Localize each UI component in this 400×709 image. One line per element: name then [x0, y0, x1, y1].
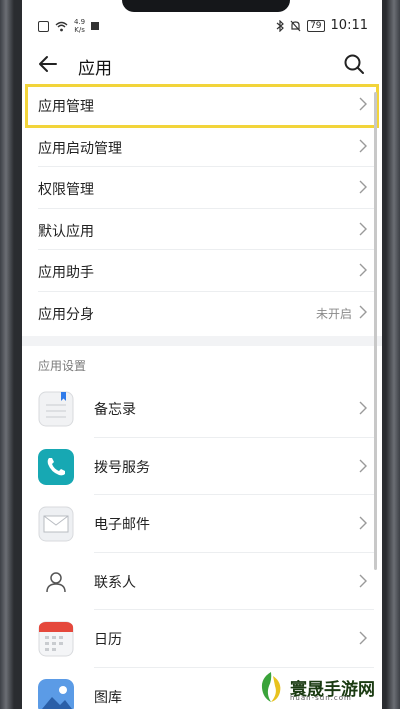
menu-item-app-assistant[interactable]: 应用助手 [38, 250, 374, 292]
battery-indicator: 79 [307, 19, 325, 32]
camera-notch [122, 0, 290, 12]
app-item-label: 电子邮件 [94, 517, 150, 533]
chevron-right-icon [359, 401, 367, 415]
menu-item-permissions[interactable]: 权限管理 [38, 167, 374, 209]
app-item-calendar[interactable]: 日历 [22, 610, 382, 668]
phone-icon [38, 448, 74, 485]
app-item-label: 日历 [94, 632, 122, 648]
network-speed: 4.9 K/s [74, 18, 85, 34]
menu-item-label: 应用管理 [38, 99, 94, 115]
app-bar: 应用 [22, 44, 382, 88]
menu-item-label: 应用启动管理 [38, 140, 122, 157]
app-item-label: 图库 [94, 689, 122, 706]
calendar-icon [38, 621, 74, 657]
scrollbar[interactable] [374, 92, 377, 570]
chevron-right-icon [359, 180, 367, 194]
menu-item-label: 权限管理 [38, 182, 94, 198]
chevron-right-icon [359, 574, 367, 587]
mute-icon [290, 20, 301, 31]
menu-item-label: 应用分身 [38, 306, 94, 323]
app-item-label: 联系人 [94, 574, 136, 591]
app-item-notes[interactable]: 备忘录 [22, 380, 382, 438]
phone-frame: 4.9 K/s 79 10:11 应用 应用管理 应用启动管理 权限管理 默认应… [0, 0, 400, 709]
wifi-icon [55, 21, 68, 31]
app-twin-status: 未开启 [315, 306, 352, 321]
menu-item-label: 应用助手 [38, 265, 94, 281]
bluetooth-icon [276, 19, 284, 32]
menu-item-default-apps[interactable]: 默认应用 [38, 209, 374, 250]
page-title: 应用 [78, 59, 112, 79]
chevron-right-icon [359, 631, 367, 645]
menu-item-app-twin[interactable]: 应用分身 未开启 [38, 292, 374, 334]
search-icon[interactable] [342, 52, 366, 76]
app-menu-list: 应用管理 应用启动管理 权限管理 默认应用 应用助手 应用分身 未开启 [22, 84, 382, 333]
back-arrow-icon[interactable] [36, 52, 60, 76]
app-item-label: 拨号服务 [94, 459, 150, 476]
menu-item-label: 默认应用 [38, 223, 94, 240]
chevron-right-icon [359, 139, 367, 152]
watermark-url: huan-sun.com [290, 694, 352, 702]
notification-icon [91, 22, 100, 30]
net-speed-value: 4.9 [74, 18, 86, 26]
screen: 4.9 K/s 79 10:11 应用 应用管理 应用启动管理 权限管理 默认应… [22, 0, 382, 709]
app-item-email[interactable]: 电子邮件 [22, 495, 382, 553]
chevron-right-icon [359, 222, 367, 235]
app-settings-list: 备忘录 拨号服务 电子邮件 联系人 日历 图库 [22, 380, 382, 709]
clock: 10:11 [330, 18, 368, 33]
chevron-right-icon [359, 516, 367, 530]
status-bar: 4.9 K/s 79 10:11 [22, 14, 382, 40]
app-item-dialer[interactable]: 拨号服务 [22, 438, 382, 495]
gallery-icon [38, 678, 74, 709]
menu-item-app-startup[interactable]: 应用启动管理 [38, 126, 374, 167]
chevron-right-icon [359, 263, 367, 277]
mail-icon [38, 506, 74, 542]
contact-icon [46, 571, 66, 592]
chevron-right-icon [359, 97, 367, 111]
chevron-right-icon [359, 459, 367, 472]
chevron-right-icon [359, 305, 367, 318]
app-item-label: 备忘录 [94, 402, 136, 418]
section-heading: 应用设置 [38, 359, 87, 373]
net-speed-unit: K/s [74, 26, 85, 34]
app-item-contacts[interactable]: 联系人 [22, 553, 382, 610]
watermark-logo [261, 672, 281, 702]
section-divider [22, 336, 382, 346]
menu-item-app-management[interactable]: 应用管理 [38, 84, 374, 126]
notepad-icon [38, 391, 74, 427]
sim-icon [38, 20, 49, 32]
